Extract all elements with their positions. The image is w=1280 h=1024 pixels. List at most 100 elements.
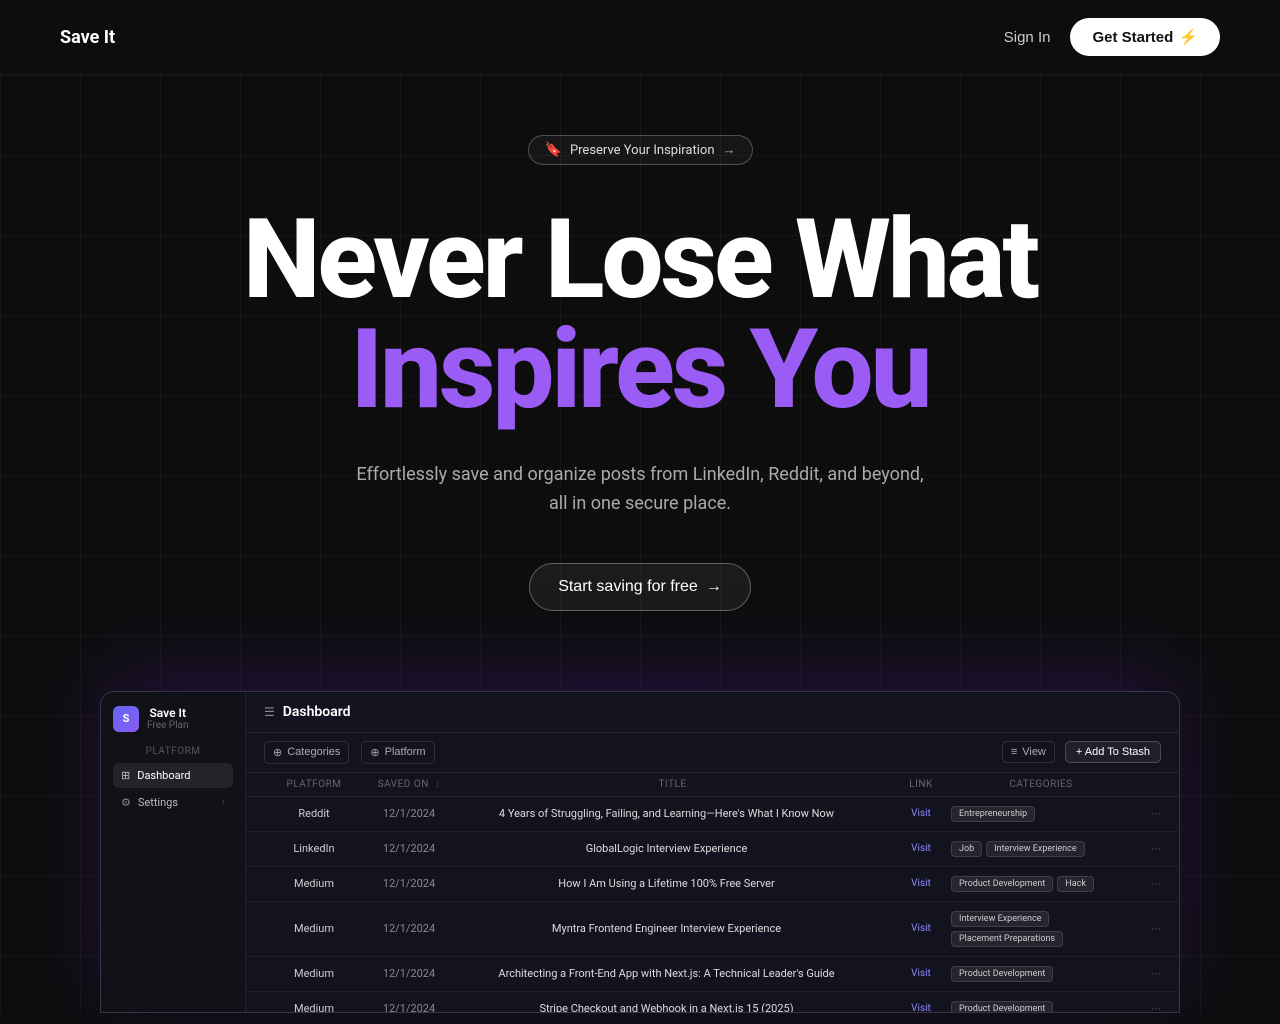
col-platform: Platform [264,779,364,790]
preview-title: Dashboard [283,704,351,720]
col-link: Link [891,779,951,790]
table-row: Medium 12/1/2024 Stripe Checkout and Web… [246,992,1179,1012]
cell-title: Architecting a Front-End App with Next.j… [454,967,891,980]
cell-categories: Job Interview Experience [951,841,1131,857]
visit-link[interactable]: Visit [891,843,951,854]
row-menu[interactable]: ··· [1131,1002,1161,1012]
table-header: Platform Saved On ↕ Title Link Categorie… [246,773,1179,797]
preview-toolbar: ⊕ Categories ⊕ Platform ≡ View [246,733,1179,773]
table-row: Medium 12/1/2024 Myntra Frontend Enginee… [246,902,1179,957]
view-button[interactable]: ≡ View [1002,741,1055,763]
badge-pill: 🔖 Preserve Your Inspiration → [528,135,753,165]
cell-platform: Medium [264,967,364,980]
get-started-button[interactable]: Get Started ⚡ [1070,18,1220,56]
hero-subtitle: Effortlessly save and organize posts fro… [40,461,1240,519]
cell-categories: Interview Experience Placement Preparati… [951,911,1131,947]
sidebar-item-dashboard[interactable]: ⊞ Dashboard [113,763,233,788]
cell-categories: Product Development [951,966,1131,982]
cell-platform: LinkedIn [264,842,364,855]
settings-icon: ⚙ [121,796,131,809]
row-menu[interactable]: ··· [1131,922,1161,936]
category-tag: Interview Experience [986,841,1084,857]
visit-link[interactable]: Visit [891,808,951,819]
cell-date: 12/1/2024 [364,807,454,820]
hero-sub-line1: Effortlessly save and organize posts fro… [356,464,923,485]
chevron-right-icon: › [222,797,225,808]
cell-date: 12/1/2024 [364,877,454,890]
add-to-stash-button[interactable]: + Add To Stash [1065,741,1161,763]
dashboard-icon: ⊞ [121,769,130,782]
category-tag: Product Development [951,1001,1053,1012]
cell-platform: Medium [264,1002,364,1012]
lightning-icon: ⚡ [1179,28,1198,46]
cell-platform: Reddit [264,807,364,820]
platform-icon: ⊕ [370,746,379,759]
toolbar-right: ≡ View + Add To Stash [1002,741,1161,763]
filter-icon: ⊕ [273,746,282,759]
bookmark-icon: 🔖 [545,142,562,158]
cell-title: GlobalLogic Interview Experience [454,842,891,855]
categories-button[interactable]: ⊕ Categories [264,741,349,764]
visit-link[interactable]: Visit [891,878,951,889]
start-saving-button[interactable]: Start saving for free → [529,563,751,611]
sidebar-plan: Free Plan [147,720,188,731]
sidebar-settings-label: Settings [138,796,178,809]
preview-header: ☰ Dashboard [246,692,1179,733]
badge-arrow-icon: → [723,142,736,158]
view-label: View [1022,746,1046,758]
hero-section: 🔖 Preserve Your Inspiration → Never Lose… [0,75,1280,1013]
add-stash-label: + Add To Stash [1076,746,1150,758]
hero-heading-line2: Inspires You [40,315,1240,425]
col-menu [1131,779,1161,790]
cell-date: 12/1/2024 [364,967,454,980]
navbar: Save It Sign In Get Started ⚡ [0,0,1280,75]
preview-main: ☰ Dashboard ⊕ Categories ⊕ Platform [246,692,1179,1012]
visit-link[interactable]: Visit [891,1003,951,1012]
col-saved-on: Saved On ↕ [364,779,454,790]
cell-title: Stripe Checkout and Webhook in a Next.js… [454,1002,891,1012]
row-menu[interactable]: ··· [1131,842,1161,856]
category-tag: Job [951,841,982,857]
visit-link[interactable]: Visit [891,923,951,934]
table-row: Medium 12/1/2024 How I Am Using a Lifeti… [246,867,1179,902]
category-tag: Entrepreneurship [951,806,1035,822]
nav-logo: Save It [60,27,115,48]
cell-date: 12/1/2024 [364,922,454,935]
badge-text: Preserve Your Inspiration [570,143,715,158]
nav-actions: Sign In Get Started ⚡ [1004,18,1220,56]
hero-sub-line2: all in one secure place. [549,493,731,514]
col-categories: Categories [951,779,1131,790]
view-icon: ≡ [1011,746,1017,758]
cell-title: Myntra Frontend Engineer Interview Exper… [454,922,891,935]
categories-label: Categories [287,746,340,758]
sidebar-item-settings[interactable]: ⚙ Settings › [113,790,233,815]
start-saving-label: Start saving for free [558,578,698,596]
platform-button[interactable]: ⊕ Platform [361,741,434,764]
cell-date: 12/1/2024 [364,1002,454,1012]
category-tag: Interview Experience [951,911,1049,927]
menu-icon: ☰ [264,705,275,719]
preview-sidebar: S Save It Free Plan Platform ⊞ Dashboard… [101,692,246,1012]
cell-categories: Product Development [951,1001,1131,1012]
row-menu[interactable]: ··· [1131,877,1161,891]
cell-platform: Medium [264,877,364,890]
table-row: Reddit 12/1/2024 4 Years of Struggling, … [246,797,1179,832]
row-menu[interactable]: ··· [1131,807,1161,821]
toolbar-left: ⊕ Categories ⊕ Platform [264,741,435,764]
dashboard-preview: S Save It Free Plan Platform ⊞ Dashboard… [100,691,1180,1013]
sidebar-dashboard-label: Dashboard [137,769,190,782]
sidebar-brand-name: Save It [147,706,188,720]
row-menu[interactable]: ··· [1131,967,1161,981]
cell-platform: Medium [264,922,364,935]
hero-heading-line1: Never Lose What [40,205,1240,315]
start-arrow-icon: → [706,578,722,596]
platform-label: Platform [385,746,426,758]
visit-link[interactable]: Visit [891,968,951,979]
cell-title: How I Am Using a Lifetime 100% Free Serv… [454,877,891,890]
hero-heading: Never Lose What Inspires You [40,205,1240,425]
col-title: Title [454,779,891,790]
preview-table: Platform Saved On ↕ Title Link Categorie… [246,773,1179,1012]
cell-date: 12/1/2024 [364,842,454,855]
sidebar-brand: S Save It Free Plan [113,706,233,732]
sign-in-button[interactable]: Sign In [1004,29,1051,46]
